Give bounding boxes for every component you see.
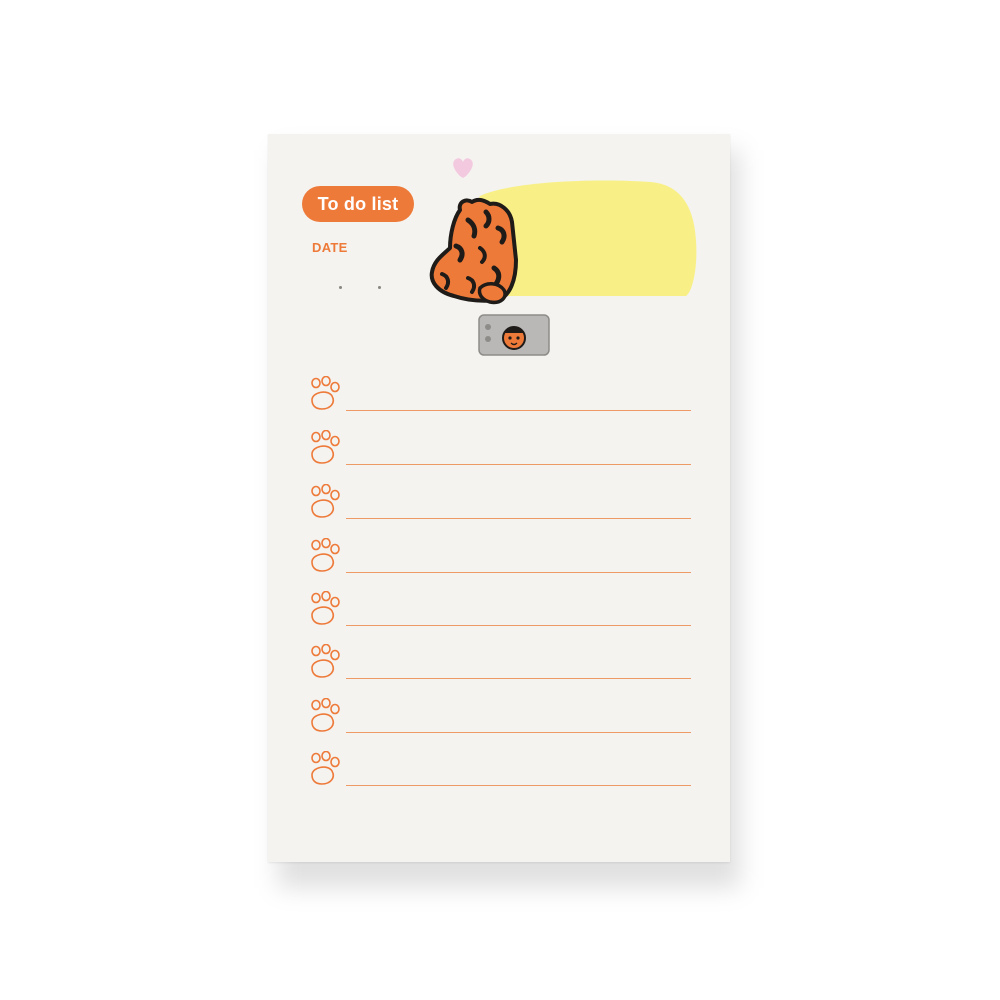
writing-line: [346, 464, 691, 465]
todo-row: [300, 430, 700, 476]
tiger-blanket-illustration: [429, 158, 697, 305]
paw-print-icon: [311, 591, 340, 625]
tiger-icon: [429, 197, 518, 305]
todo-row: [300, 751, 700, 797]
paw-print-icon: [311, 376, 340, 410]
writing-line: [346, 732, 691, 733]
phone-icon: [478, 314, 550, 356]
product-photo: To do list DATE: [0, 0, 1000, 1000]
todo-row: [300, 698, 700, 744]
writing-line: [346, 785, 691, 786]
todo-row: [300, 538, 700, 584]
todo-row: [300, 644, 700, 690]
date-separator-dot: [378, 286, 381, 289]
writing-line: [346, 572, 691, 573]
paw-print-icon: [311, 698, 340, 732]
writing-line: [346, 410, 691, 411]
writing-line: [346, 625, 691, 626]
todo-row: [300, 376, 700, 422]
paw-print-icon: [311, 484, 340, 518]
writing-line: [346, 518, 691, 519]
paw-print-icon: [311, 644, 340, 678]
tiger-face-icon: [502, 326, 526, 350]
paw-print-icon: [311, 538, 340, 572]
paw-print-icon: [311, 430, 340, 464]
date-separator-dot: [339, 286, 342, 289]
paw-print-icon: [311, 751, 340, 785]
todo-title-badge: To do list: [302, 186, 414, 222]
heart-icon: [453, 158, 473, 178]
todo-row: [300, 484, 700, 530]
date-label: DATE: [312, 240, 348, 255]
writing-line: [346, 678, 691, 679]
todo-row: [300, 591, 700, 637]
